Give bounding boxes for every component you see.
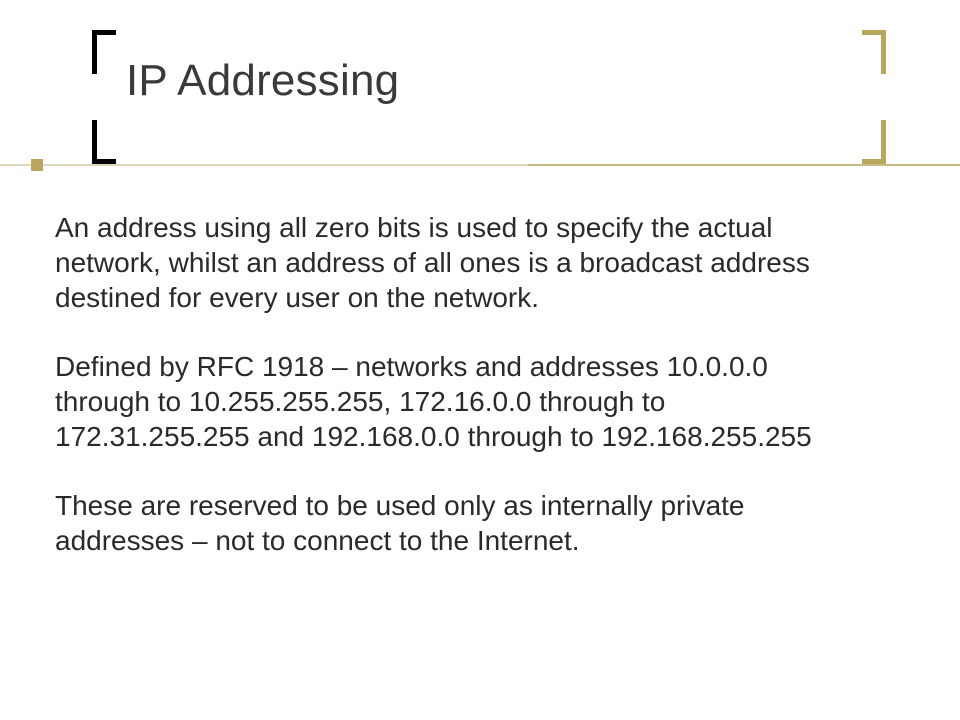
paragraph: Defined by RFC 1918 – networks and addre… [55,349,855,454]
slide-title: IP Addressing [126,56,399,106]
slide-body: An address using all zero bits is used t… [55,210,855,592]
divider-tick [31,159,43,171]
title-corner-top-left [92,30,116,74]
title-corner-top-right [862,30,886,74]
divider-rule [0,164,960,166]
paragraph: These are reserved to be used only as in… [55,488,855,558]
paragraph: An address using all zero bits is used t… [55,210,855,315]
title-corner-bottom-left [92,120,116,164]
slide: IP Addressing An address using all zero … [0,0,960,720]
title-corner-bottom-right [862,120,886,164]
